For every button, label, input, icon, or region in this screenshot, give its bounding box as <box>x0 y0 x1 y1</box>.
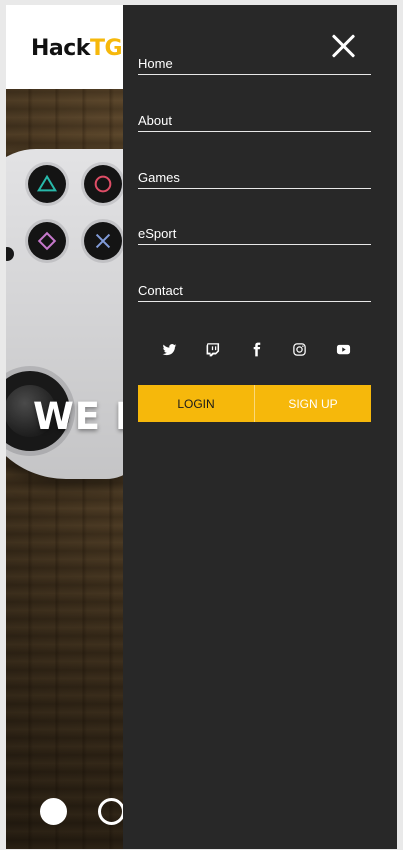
logo-text-dark: Hack <box>31 36 90 61</box>
youtube-icon[interactable] <box>335 341 351 357</box>
instagram-icon[interactable] <box>292 341 308 357</box>
login-button[interactable]: LOGIN <box>138 385 255 422</box>
page-frame: HackTGa WE L Lorem ips adipisicin <box>6 5 397 849</box>
twitch-icon[interactable] <box>205 341 221 357</box>
nav-item-about[interactable]: About <box>138 114 371 132</box>
nav-item-games[interactable]: Games <box>138 171 371 189</box>
auth-buttons: LOGIN SIGN UP <box>138 385 371 422</box>
signup-button[interactable]: SIGN UP <box>255 385 371 422</box>
nav-item-esport[interactable]: eSport <box>138 227 371 245</box>
social-links <box>161 340 351 358</box>
facebook-icon[interactable] <box>248 341 264 357</box>
slider-dot-2[interactable] <box>98 798 125 825</box>
twitter-icon[interactable] <box>161 341 177 357</box>
slider-dot-1[interactable] <box>40 798 67 825</box>
nav-item-home[interactable]: Home <box>138 57 371 75</box>
nav-item-contact[interactable]: Contact <box>138 284 371 302</box>
side-menu: Home About Games eSport Contact LOGIN SI <box>123 5 397 849</box>
site-logo[interactable]: HackTGa <box>31 36 137 61</box>
